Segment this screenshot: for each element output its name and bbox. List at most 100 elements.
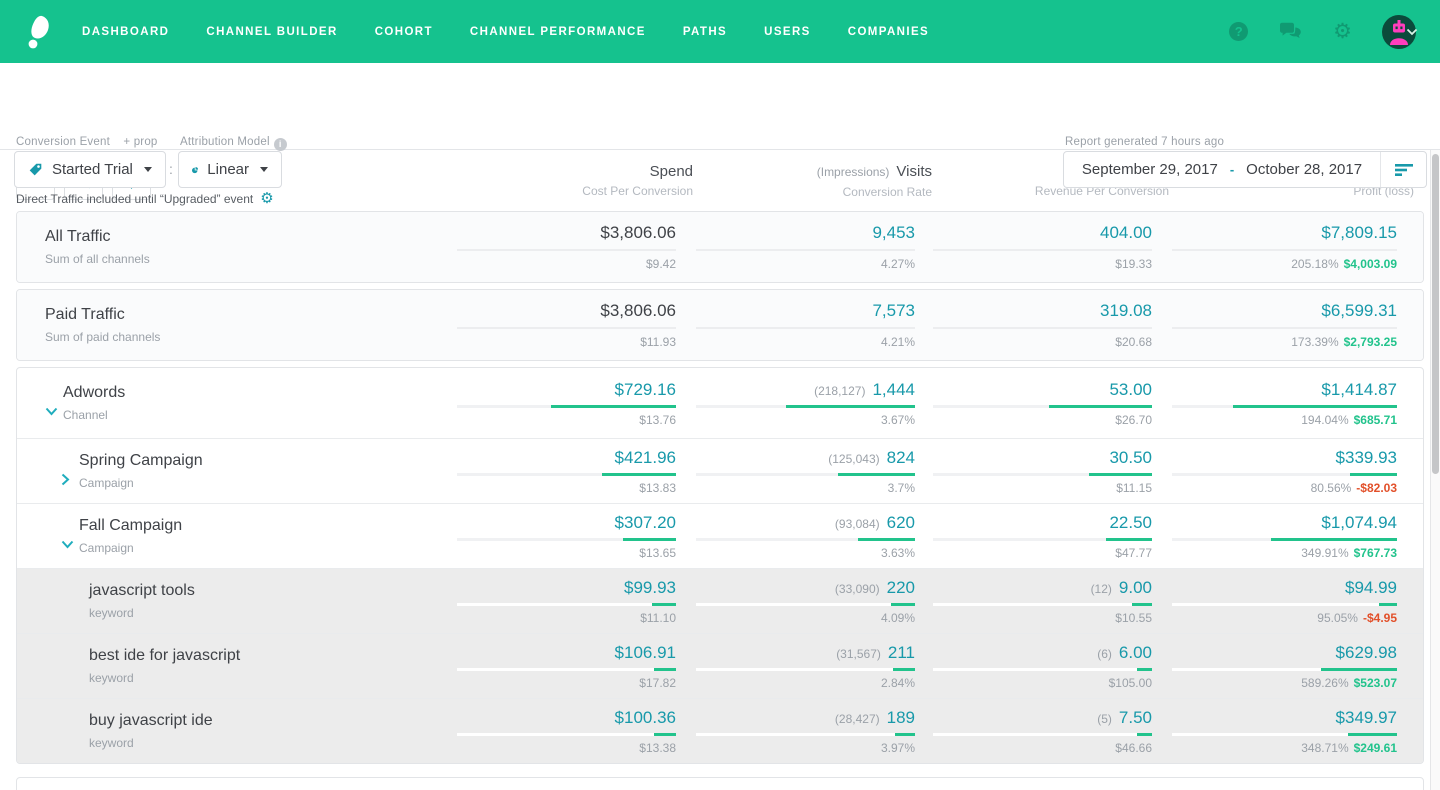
spend-bar-track [457,327,676,329]
row-title[interactable]: buy javascript ide [89,712,213,730]
visits-bar-fill [893,668,915,671]
revenue-value[interactable]: $1,074.94 [1321,513,1397,532]
col-header-visits[interactable]: (Impressions)Visits Conversion Rate [693,163,932,199]
spend-value[interactable]: $307.20 [615,513,676,532]
revenue-sub-value: 80.56%-$82.03 [1172,481,1397,495]
caret-down-icon[interactable] [1406,28,1418,36]
chat-icon[interactable] [1278,22,1303,42]
row-title[interactable]: Spring Campaign [79,452,203,470]
cell-visits: (125,043)8243.7% [676,448,915,495]
row-title[interactable]: All Traffic [45,228,150,246]
visits-value[interactable]: 824 [887,448,915,467]
conversions-value[interactable]: 7.50 [1119,708,1152,727]
visits-pre-value: (33,090) [835,582,880,596]
revenue-bar-fill [1379,603,1397,606]
top-nav: DASHBOARD CHANNEL BUILDER COHORT CHANNEL PE… [0,0,1440,63]
chevron-down-icon[interactable] [45,407,63,416]
conversions-bar-track [933,538,1152,541]
table-card: All TrafficSum of all channels$3,806.06$… [16,211,1424,283]
conversions-value[interactable]: 30.50 [1109,448,1152,467]
revenue-value[interactable]: $339.93 [1336,448,1397,467]
visits-bar-track [696,733,915,736]
conversions-bar-track [933,733,1152,736]
direct-traffic-note-text: Direct Traffic included until “Upgraded”… [16,192,253,206]
conversions-value-line: 53.00 [933,380,1152,400]
date-range[interactable]: September 29, 2017 - October 28, 2017 [1064,161,1380,178]
conversion-event-value: Started Trial [52,161,133,178]
spend-value[interactable]: $729.16 [615,380,676,399]
revenue-value[interactable]: $94.99 [1345,578,1397,597]
row-name-cell: Paid Traffic Sum of paid channels [17,306,457,344]
row-title[interactable]: best ide for javascript [89,647,240,665]
revenue-sub-value: 589.26%$523.07 [1172,676,1397,690]
row-subtitle: Sum of all channels [45,252,150,266]
col-header-spend[interactable]: Spend Cost Per Conversion [474,163,693,198]
spend-value-line: $3,806.06 [457,301,676,321]
scrollbar-track[interactable] [1430,150,1440,790]
gear-icon[interactable]: ⚙ [1333,21,1352,42]
chevron-right-icon[interactable] [61,473,79,486]
nav-item-users[interactable]: USERS [764,26,811,38]
nav-item-channel-builder[interactable]: CHANNEL BUILDER [206,26,337,38]
settings-gear-icon[interactable]: ⚙ [260,191,273,206]
revenue-value[interactable]: $6,599.31 [1321,301,1397,320]
nav-item-channel-performance[interactable]: CHANNEL PERFORMANCE [470,26,646,38]
conversions-value[interactable]: 404.00 [1100,223,1152,242]
revenue-value-line: $1,414.87 [1172,380,1397,400]
visits-value[interactable]: 7,573 [872,301,915,320]
revenue-sub-value: 205.18%$4,003.09 [1172,257,1397,271]
row-title[interactable]: Adwords [63,384,125,402]
row-title[interactable]: Paid Traffic [45,306,160,324]
cell-spend: $99.93$11.10 [457,578,676,625]
nav-item-companies[interactable]: COMPANIES [848,26,929,38]
filter-bar: Conversion Event + prop Attribution Mode… [0,63,1440,150]
visits-value[interactable]: 9,453 [872,223,915,242]
conversions-value[interactable]: 53.00 [1109,380,1152,399]
scrollbar-thumb[interactable] [1432,154,1439,474]
row-title[interactable]: Fall Campaign [79,517,182,535]
spend-value[interactable]: $99.93 [624,578,676,597]
nav-item-cohort[interactable]: COHORT [375,26,433,38]
filter-icon[interactable] [1380,152,1426,187]
conversions-value[interactable]: 9.00 [1119,578,1152,597]
spend-value[interactable]: $106.91 [615,643,676,662]
cell-visits: (28,427)1893.97% [676,708,915,755]
spend-sub-value: $13.38 [457,741,676,755]
nav-right: ? ⚙ [1229,15,1418,49]
row-title[interactable]: javascript tools [89,582,195,600]
visits-pre-value: (28,427) [835,712,880,726]
cell-conversions: 319.08$20.68 [915,301,1152,349]
visits-value[interactable]: 620 [887,513,915,532]
conversion-event-select[interactable]: Started Trial [14,151,166,188]
conversions-value[interactable]: 22.50 [1109,513,1152,532]
filter-separator: : [169,161,173,177]
revenue-sub-value: 348.71%$249.61 [1172,741,1397,755]
help-icon[interactable]: ? [1229,22,1248,41]
add-prop-link[interactable]: + prop [123,136,157,148]
revenue-value[interactable]: $7,809.15 [1321,223,1397,242]
revenue-value[interactable]: $1,414.87 [1321,380,1397,399]
revenue-value-line: $6,599.31 [1172,301,1397,321]
nav-item-paths[interactable]: PATHS [683,26,727,38]
revenue-value[interactable]: $349.97 [1336,708,1397,727]
spend-bar-fill [654,733,676,736]
cell-conversions: 53.00$26.70 [915,380,1152,427]
visits-value[interactable]: 1,444 [872,380,915,399]
spend-sub-value: $11.93 [457,335,676,349]
visits-value[interactable]: 211 [888,643,915,662]
nav-item-dashboard[interactable]: DASHBOARD [82,26,169,38]
revenue-value[interactable]: $629.98 [1336,643,1397,662]
visits-value[interactable]: 189 [887,708,915,727]
conversions-value[interactable]: 6.00 [1119,643,1152,662]
conversions-value[interactable]: 319.08 [1100,301,1152,320]
chevron-down-icon[interactable] [61,540,79,549]
attribution-model-label-text: Attribution Model [180,136,270,148]
visits-value[interactable]: 220 [887,578,915,597]
app-logo-icon[interactable] [22,14,52,50]
attribution-model-select[interactable]: Linear [178,151,282,188]
spend-value[interactable]: $100.36 [615,708,676,727]
row-subtitle: Sum of paid channels [45,330,160,344]
info-icon[interactable]: i [274,138,287,151]
spend-value[interactable]: $421.96 [615,448,676,467]
row-subtitle: keyword [89,736,213,750]
